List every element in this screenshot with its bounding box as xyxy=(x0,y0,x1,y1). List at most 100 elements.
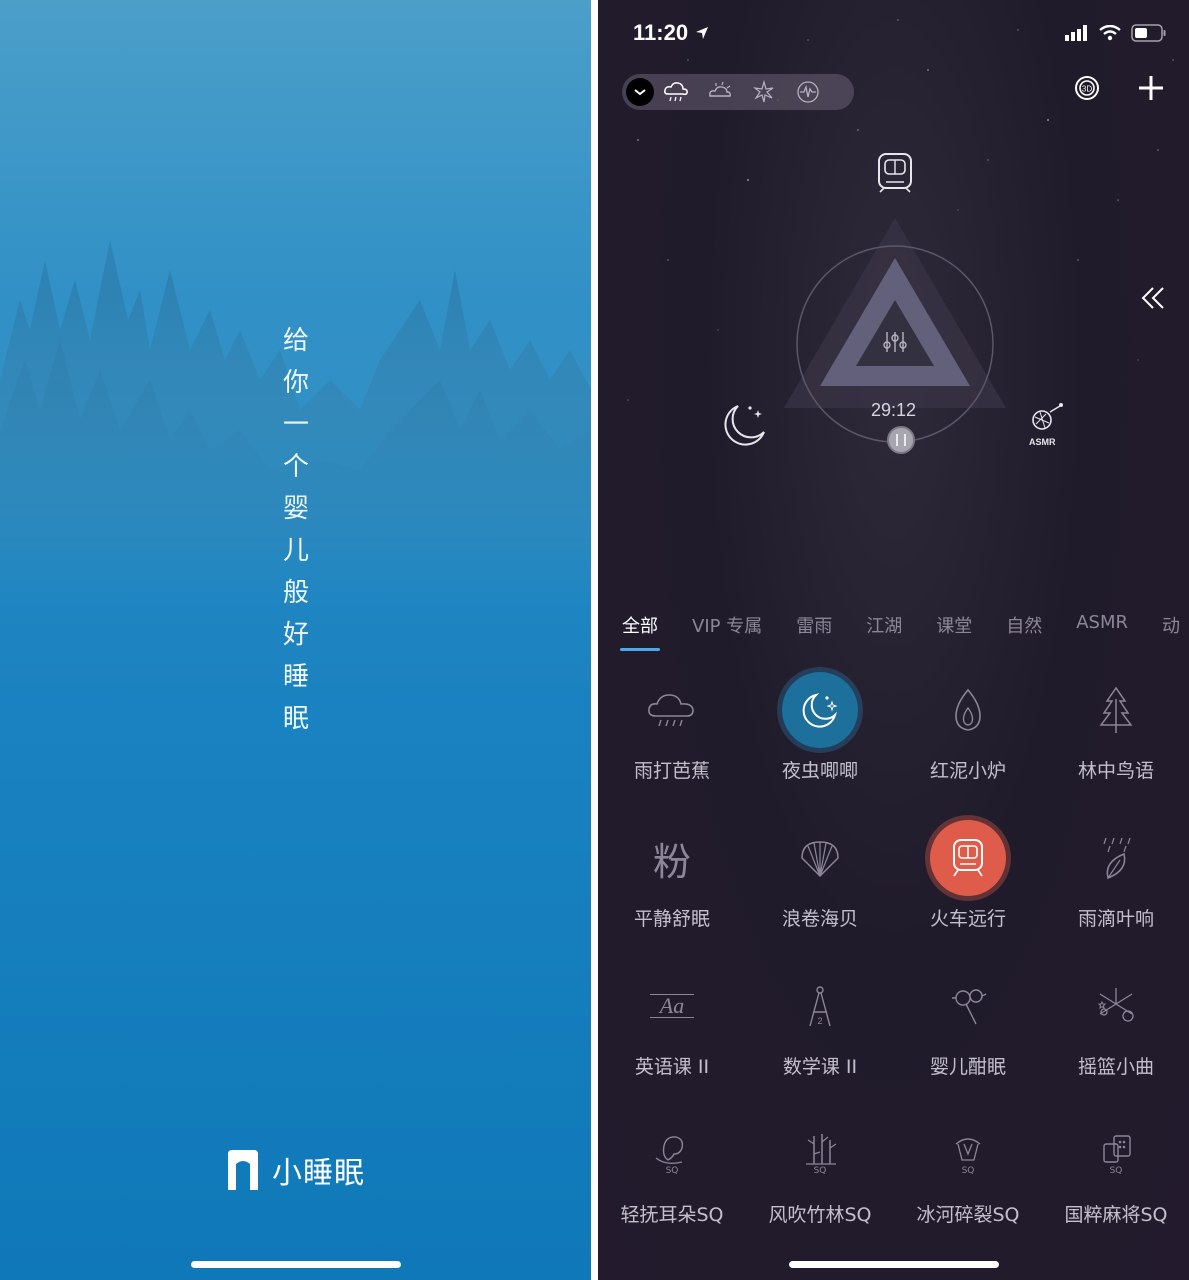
rattle-icon xyxy=(952,989,987,1025)
sound-item[interactable]: 摇篮小曲 xyxy=(1042,968,1189,1116)
sound-grid: 雨打芭蕉 夜虫唧唧 红泥小炉 林中鸟语 粉 平静舒眠 浪卷海贝 火车远行 雨滴叶… xyxy=(598,672,1189,1264)
sound-item[interactable]: SQ 轻抚耳朵SQ xyxy=(598,1116,746,1264)
sound-item[interactable]: SQ 冰河碎裂SQ xyxy=(894,1116,1042,1264)
3d-mode-button[interactable]: 3D xyxy=(1073,74,1101,106)
tagline-char: 睡 xyxy=(282,662,309,692)
sound-label: 婴儿酣眠 xyxy=(929,1056,1006,1078)
sq-badge: SQ xyxy=(813,1166,827,1176)
svg-text:3D: 3D xyxy=(1082,85,1092,94)
sound-item[interactable]: 火车远行 xyxy=(894,820,1042,968)
sound-item[interactable]: 雨滴叶响 xyxy=(1042,820,1189,968)
sparkle-icon xyxy=(752,80,774,103)
tagline-char: 给 xyxy=(282,326,309,356)
splash-screen: 给 你 一 个 婴 儿 般 好 睡 眠 小睡眠 xyxy=(0,0,591,1280)
leaf-rain-icon xyxy=(1103,837,1131,880)
tagline-char: 个 xyxy=(282,452,309,482)
pause-button[interactable] xyxy=(887,426,915,454)
sound-item[interactable]: 夜虫唧唧 xyxy=(746,672,894,820)
sound-item[interactable]: 粉 平静舒眠 xyxy=(598,820,746,968)
svg-text:2: 2 xyxy=(817,1016,822,1026)
location-arrow-icon xyxy=(696,27,709,39)
sq-badge: SQ xyxy=(961,1166,975,1176)
tagline-char: 儿 xyxy=(282,536,309,566)
sound-label: 平静舒眠 xyxy=(633,908,710,930)
train-icon xyxy=(953,839,983,877)
sound-label: 浪卷海贝 xyxy=(781,908,858,930)
tab-more[interactable]: 动 xyxy=(1162,612,1180,638)
wave-icon xyxy=(797,81,819,103)
mobile-icon xyxy=(1097,988,1134,1022)
chevron-down-icon xyxy=(634,89,646,96)
sound-item[interactable]: SQ 风吹竹林SQ xyxy=(746,1116,894,1264)
status-icons xyxy=(1065,24,1167,42)
tab-classroom[interactable]: 课堂 xyxy=(936,612,972,638)
tagline-vertical: 给 你 一 个 婴 儿 般 好 睡 眠 xyxy=(278,320,314,740)
tab-thunder[interactable]: 雷雨 xyxy=(796,612,832,638)
asmr-node-label: ASMR xyxy=(1029,437,1056,447)
tab-jianghu[interactable]: 江湖 xyxy=(866,612,902,638)
tab-nature[interactable]: 自然 xyxy=(1006,612,1042,638)
shell-icon xyxy=(801,841,839,878)
sound-item[interactable]: 婴儿酣眠 xyxy=(894,968,1042,1116)
storm-icon xyxy=(709,81,731,97)
tab-asmr[interactable]: ASMR xyxy=(1076,612,1128,638)
expand-panel-button[interactable] xyxy=(1139,284,1167,316)
plus-icon xyxy=(1139,76,1163,100)
category-tabs: 全部 VIP 专属 雷雨 江湖 课堂 自然 ASMR 动 xyxy=(620,612,1189,651)
sound-item[interactable]: Aa 英语课 II xyxy=(598,968,746,1116)
tree-icon xyxy=(1099,686,1133,733)
top-right-actions: 3D xyxy=(1073,74,1165,106)
ear-icon xyxy=(655,1136,684,1165)
sound-label: 数学课 II xyxy=(782,1056,858,1078)
moon-icon xyxy=(802,693,838,728)
sleep-timer[interactable]: 29:12 xyxy=(598,400,1189,421)
wifi-icon xyxy=(1099,25,1121,41)
mix-player xyxy=(724,153,1063,454)
sound-label: 冰河碎裂SQ xyxy=(916,1204,1020,1226)
logo-text: 小睡眠 xyxy=(272,1156,365,1191)
home-indicator[interactable] xyxy=(788,1261,999,1268)
rain-cloud-icon xyxy=(664,82,688,102)
sound-label: 风吹竹林SQ xyxy=(768,1204,872,1226)
tagline-char: 婴 xyxy=(282,494,309,524)
sound-item[interactable]: 浪卷海贝 xyxy=(746,820,894,968)
mode-wave-button[interactable] xyxy=(786,74,830,110)
sound-label: 国粹麻将SQ xyxy=(1064,1204,1168,1226)
fen-char-icon: 粉 xyxy=(652,839,691,884)
sound-item[interactable]: 红泥小炉 xyxy=(894,672,1042,820)
tab-vip[interactable]: VIP 专属 xyxy=(692,612,762,638)
sound-label: 轻抚耳朵SQ xyxy=(620,1204,724,1226)
add-button[interactable] xyxy=(1137,74,1165,106)
app-logo: 小睡眠 xyxy=(222,1148,365,1192)
sound-item[interactable]: 雨打芭蕉 xyxy=(598,672,746,820)
status-time: 11:20 xyxy=(633,20,710,46)
sound-label: 摇篮小曲 xyxy=(1077,1056,1154,1078)
sq-badge: SQ xyxy=(1109,1166,1123,1176)
mode-sparkle-button[interactable] xyxy=(742,74,786,110)
mode-storm-button[interactable] xyxy=(698,74,742,110)
double-chevron-left-icon xyxy=(1141,287,1164,309)
tagline-char: 好 xyxy=(282,620,309,650)
sound-label: 雨打芭蕉 xyxy=(633,760,710,782)
ice-icon xyxy=(955,1138,981,1161)
3d-icon: 3D xyxy=(1075,76,1099,100)
tagline-char: 眠 xyxy=(282,704,309,734)
sound-item[interactable]: 2 数学课 II xyxy=(746,968,894,1116)
flame-icon xyxy=(955,688,981,731)
battery-icon xyxy=(1131,24,1166,42)
tab-all[interactable]: 全部 xyxy=(620,612,660,651)
sound-item[interactable]: SQ 国粹麻将SQ xyxy=(1042,1116,1189,1264)
sound-item[interactable]: 林中鸟语 xyxy=(1042,672,1189,820)
sound-label: 火车远行 xyxy=(929,908,1006,930)
mix-node-train-icon[interactable] xyxy=(878,153,912,193)
mode-rain-button[interactable] xyxy=(654,74,698,110)
logo-mark-icon xyxy=(228,1150,258,1190)
sq-badge: SQ xyxy=(665,1166,679,1176)
collapse-toolbar-button[interactable] xyxy=(626,78,654,106)
tagline-char: 你 xyxy=(282,368,309,398)
sound-label: 英语课 II xyxy=(634,1056,710,1078)
equalizer-icon[interactable] xyxy=(883,332,907,352)
main-screen: 11:20 3D 29:12 ASMR 全部 VIP 专属 雷雨 江湖 课堂 自… xyxy=(598,0,1189,1280)
sound-label: 雨滴叶响 xyxy=(1077,908,1154,930)
home-indicator[interactable] xyxy=(190,1261,401,1268)
